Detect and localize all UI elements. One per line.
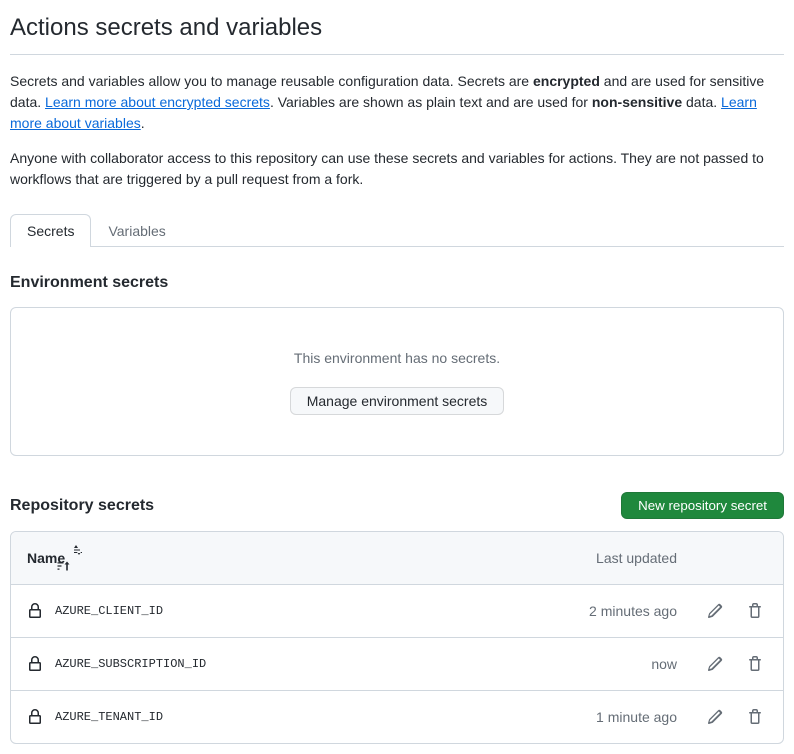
trash-icon (747, 709, 763, 725)
lock-icon (27, 603, 43, 619)
table-row: AZURE_SUBSCRIPTION_ID now (11, 638, 783, 691)
secret-updated: 2 minutes ago (527, 601, 677, 622)
trash-icon (747, 656, 763, 672)
secret-updated: now (527, 654, 677, 675)
manage-environment-secrets-button[interactable]: Manage environment secrets (290, 387, 505, 415)
sort-icon (71, 542, 87, 574)
intro-text-1g: . (141, 115, 145, 131)
column-name-header[interactable]: Name (27, 542, 527, 574)
tab-secrets[interactable]: Secrets (10, 214, 91, 247)
environment-empty-text: This environment has no secrets. (27, 348, 767, 369)
environment-secrets-heading: Environment secrets (10, 271, 784, 295)
repository-secrets-heading: Repository secrets (10, 494, 154, 518)
lock-icon (27, 656, 43, 672)
intro-text-1a: Secrets and variables allow you to manag… (10, 73, 533, 89)
column-updated-header: Last updated (527, 548, 677, 569)
secret-name: AZURE_SUBSCRIPTION_ID (55, 655, 206, 673)
new-repository-secret-button[interactable]: New repository secret (621, 492, 784, 519)
lock-icon (27, 709, 43, 725)
edit-secret-button[interactable] (703, 705, 727, 729)
learn-more-secrets-link[interactable]: Learn more about encrypted secrets (45, 94, 270, 110)
delete-secret-button[interactable] (743, 652, 767, 676)
tab-variables[interactable]: Variables (91, 214, 182, 247)
table-row: AZURE_TENANT_ID 1 minute ago (11, 691, 783, 743)
page-title: Actions secrets and variables (10, 10, 784, 55)
intro-bold-encrypted: encrypted (533, 73, 600, 89)
secret-name: AZURE_CLIENT_ID (55, 602, 163, 620)
delete-secret-button[interactable] (743, 705, 767, 729)
intro-text-1f: data. (682, 94, 721, 110)
intro-paragraph-2: Anyone with collaborator access to this … (10, 148, 784, 190)
intro-text: Secrets and variables allow you to manag… (10, 71, 784, 190)
secret-name: AZURE_TENANT_ID (55, 708, 163, 726)
table-row: AZURE_CLIENT_ID 2 minutes ago (11, 585, 783, 638)
pencil-icon (707, 656, 723, 672)
trash-icon (747, 603, 763, 619)
intro-text-1d: . Variables are shown as plain text and … (270, 94, 592, 110)
delete-secret-button[interactable] (743, 599, 767, 623)
pencil-icon (707, 709, 723, 725)
edit-secret-button[interactable] (703, 599, 727, 623)
tabnav: Secrets Variables (10, 214, 784, 247)
intro-bold-nonsensitive: non-sensitive (592, 94, 682, 110)
table-header: Name Last updated (11, 532, 783, 585)
edit-secret-button[interactable] (703, 652, 727, 676)
secret-updated: 1 minute ago (527, 707, 677, 728)
environment-secrets-box: This environment has no secrets. Manage … (10, 307, 784, 456)
repository-secrets-table: Name Last updated AZURE_CLIENT_ID 2 minu… (10, 531, 784, 744)
pencil-icon (707, 603, 723, 619)
